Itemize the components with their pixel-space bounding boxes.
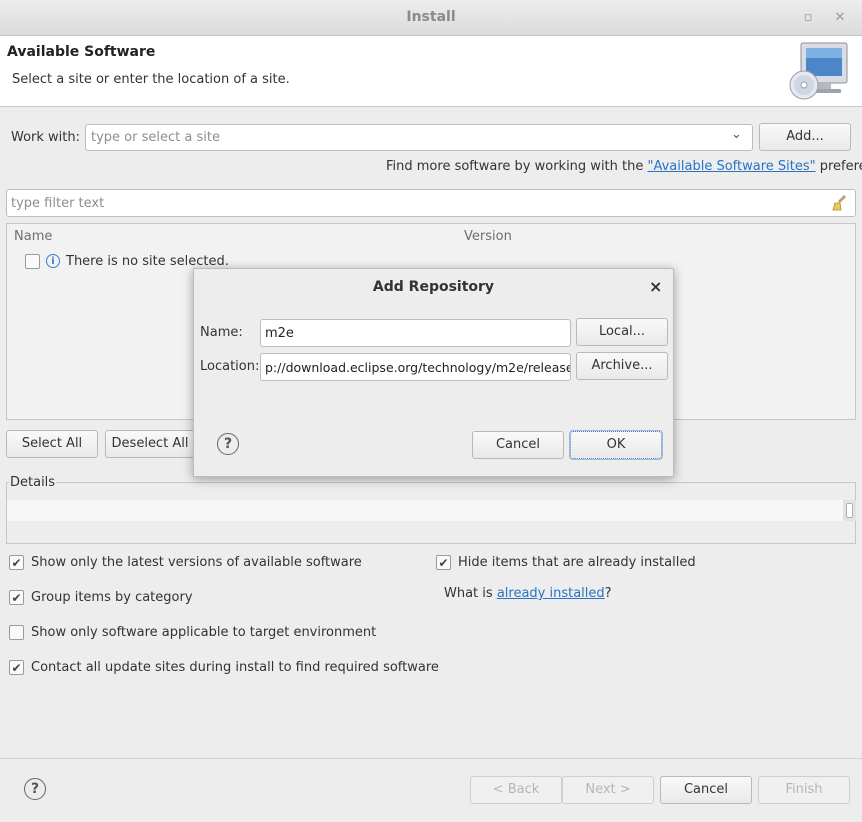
add-repository-dialog: Add Repository × Name: m2e Local... Loca… xyxy=(193,268,674,477)
find-more-prefix: Find more software by working with the xyxy=(386,159,648,174)
column-header-version: Version xyxy=(464,229,512,244)
location-label: Location: xyxy=(200,359,260,374)
details-text-area xyxy=(7,500,843,521)
deselect-all-button[interactable]: Deselect All xyxy=(105,430,195,458)
local-button[interactable]: Local... xyxy=(576,318,668,346)
row-checkbox[interactable] xyxy=(25,254,40,269)
install-banner-icon xyxy=(789,42,848,100)
dialog-title: Add Repository xyxy=(372,279,495,295)
group-by-category-checkbox[interactable]: ✔ xyxy=(9,590,24,605)
chevron-down-icon[interactable]: ⌄ xyxy=(731,127,742,142)
column-header-name: Name xyxy=(14,229,53,244)
next-button[interactable]: Next > xyxy=(562,776,654,804)
scrollbar-thumb[interactable] xyxy=(846,503,853,518)
location-value: p://download.eclipse.org/technology/m2e/… xyxy=(265,360,571,375)
empty-message: There is no site selected. xyxy=(66,254,229,269)
applicable-only-checkbox[interactable] xyxy=(9,625,24,640)
name-input[interactable]: m2e xyxy=(260,319,571,347)
group-by-category-label: Group items by category xyxy=(31,590,193,605)
add-site-button[interactable]: Add... xyxy=(759,123,851,151)
cancel-button[interactable]: Cancel xyxy=(660,776,752,804)
applicable-only-label: Show only software applicable to target … xyxy=(31,625,377,640)
available-software-sites-link[interactable]: "Available Software Sites" xyxy=(648,159,816,174)
work-with-placeholder: type or select a site xyxy=(91,130,220,145)
location-input[interactable]: p://download.eclipse.org/technology/m2e/… xyxy=(260,353,571,381)
archive-button[interactable]: Archive... xyxy=(576,352,668,380)
latest-versions-label: Show only the latest versions of availab… xyxy=(31,555,362,570)
latest-versions-checkbox[interactable]: ✔ xyxy=(9,555,24,570)
info-icon: i xyxy=(46,254,60,268)
window-titlebar: Install ▫ ✕ xyxy=(0,0,862,36)
close-icon[interactable]: ✕ xyxy=(832,10,848,26)
select-all-button[interactable]: Select All xyxy=(6,430,98,458)
window-title: Install xyxy=(406,9,456,25)
contact-sites-checkbox[interactable]: ✔ xyxy=(9,660,24,675)
name-value: m2e xyxy=(265,326,294,341)
what-is-prefix: What is xyxy=(444,586,497,601)
details-scrollbar[interactable] xyxy=(843,500,856,521)
details-group: Details xyxy=(6,475,856,544)
already-installed-link[interactable]: already installed xyxy=(497,586,605,601)
filter-input[interactable]: type filter text xyxy=(6,189,856,217)
details-label: Details xyxy=(9,475,57,490)
what-is-installed-text: What is already installed? xyxy=(444,586,612,601)
contact-sites-label: Contact all update sites during install … xyxy=(31,660,439,675)
find-more-suffix: preferences. xyxy=(819,159,862,174)
page-header: Available Software Select a site or ente… xyxy=(0,36,862,107)
dialog-ok-button[interactable]: OK xyxy=(570,431,662,459)
help-icon[interactable]: ? xyxy=(24,778,46,800)
work-with-label: Work with: xyxy=(11,130,81,145)
dialog-close-icon[interactable]: × xyxy=(649,277,662,296)
page-title: Available Software xyxy=(7,44,156,60)
hide-installed-label: Hide items that are already installed xyxy=(458,555,696,570)
maximize-icon[interactable]: ▫ xyxy=(800,10,816,26)
dialog-cancel-button[interactable]: Cancel xyxy=(472,431,564,459)
dialog-help-icon[interactable]: ? xyxy=(217,433,239,455)
find-more-text: Find more software by working with the "… xyxy=(386,159,862,174)
footer-divider xyxy=(0,758,862,759)
finish-button[interactable]: Finish xyxy=(758,776,850,804)
clear-filter-icon[interactable] xyxy=(832,194,850,212)
hide-installed-checkbox[interactable]: ✔ xyxy=(436,555,451,570)
name-label: Name: xyxy=(200,325,243,340)
work-with-combo[interactable]: type or select a site ⌄ xyxy=(85,124,753,151)
filter-placeholder: type filter text xyxy=(11,196,105,211)
back-button[interactable]: < Back xyxy=(470,776,562,804)
page-subtitle: Select a site or enter the location of a… xyxy=(12,72,290,87)
what-is-suffix: ? xyxy=(604,586,612,601)
